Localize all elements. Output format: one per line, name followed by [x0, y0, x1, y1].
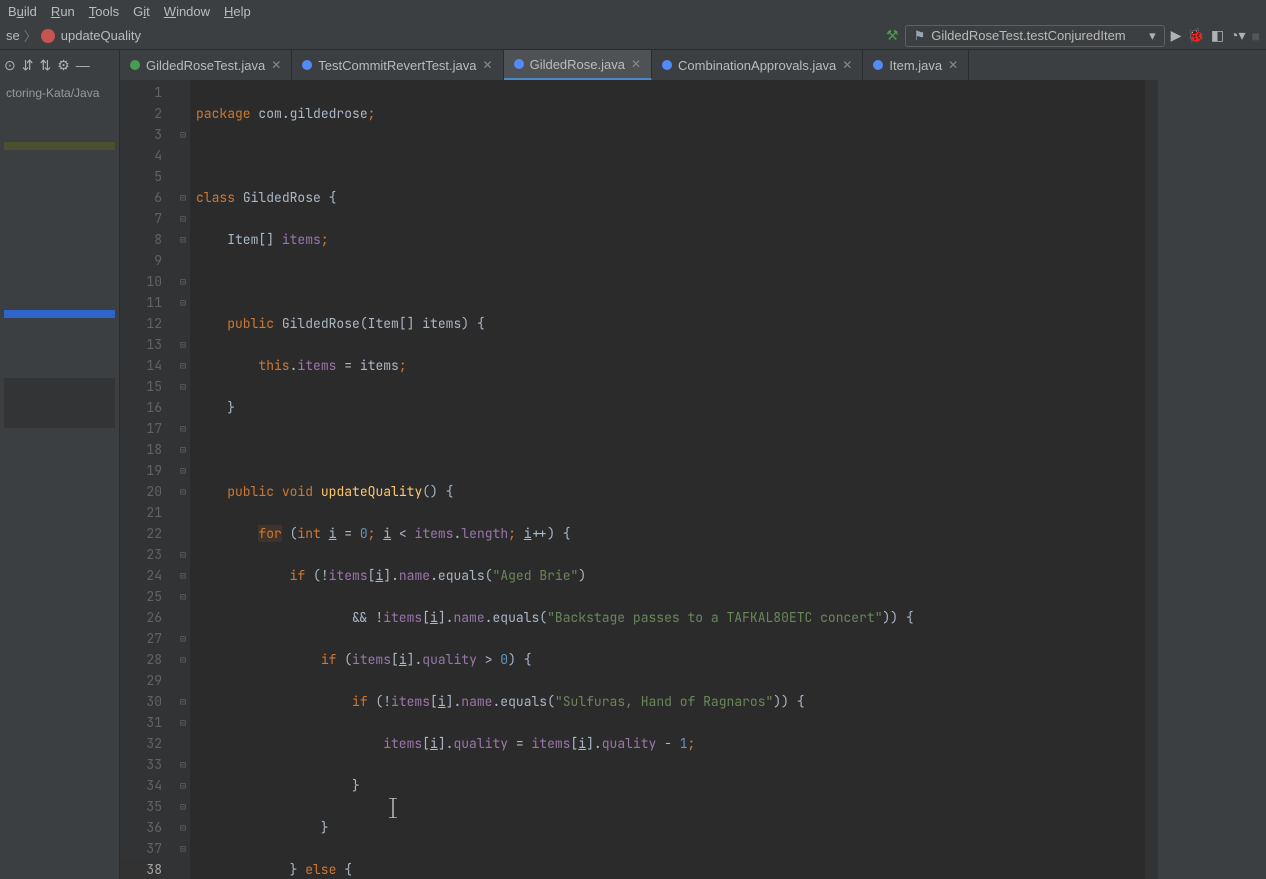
chevron-right-icon: 〉: [24, 26, 37, 45]
gear-icon[interactable]: ⚙: [57, 57, 70, 74]
java-class-icon: [662, 60, 672, 70]
java-class-icon: [873, 60, 883, 70]
fold-gutter[interactable]: ⊟⊟⊟⊟⊟⊟⊟⊟⊟⊟⊟⊟⊟⊟⊟⊟⊟⊟⊟⊟⊟⊟⊟⊟⊟: [176, 80, 190, 879]
tab-gildedrosetest[interactable]: GildedRoseTest.java ✕: [120, 50, 292, 80]
right-gutter-panel: [1158, 80, 1266, 879]
project-item[interactable]: [4, 142, 115, 150]
breadcrumb[interactable]: se 〉 updateQuality: [6, 26, 141, 45]
run-config-label: GildedRoseTest.testConjuredItem: [931, 28, 1125, 43]
java-class-icon: [302, 60, 312, 70]
text-cursor-icon: [386, 798, 400, 818]
debug-icon[interactable]: 🐞: [1187, 27, 1204, 44]
close-icon[interactable]: ✕: [948, 58, 958, 72]
menu-tools[interactable]: Tools: [89, 4, 119, 19]
project-root[interactable]: ctoring-Kata/Java: [4, 84, 115, 102]
breadcrumb-seg[interactable]: se: [6, 28, 20, 43]
expand-all-icon[interactable]: ⇵: [22, 57, 34, 74]
editor-scrollbar[interactable]: [1144, 80, 1158, 879]
menu-window[interactable]: Window: [164, 4, 210, 19]
hide-icon[interactable]: —: [76, 57, 90, 73]
close-icon[interactable]: ✕: [842, 58, 852, 72]
tab-testcommitrevert[interactable]: TestCommitRevertTest.java ✕: [292, 50, 503, 80]
close-icon[interactable]: ✕: [483, 58, 493, 72]
profile-icon[interactable]: ◔▾: [1230, 27, 1245, 44]
tab-item[interactable]: Item.java ✕: [863, 50, 969, 80]
chevron-down-icon: ▾: [1149, 28, 1156, 44]
breadcrumb-seg[interactable]: updateQuality: [61, 28, 141, 43]
project-tool-window[interactable]: ctoring-Kata/Java: [0, 80, 120, 879]
code-editor[interactable]: 1234567891011121314151617181920212223242…: [120, 80, 1158, 879]
tab-gildedrose[interactable]: GildedRose.java ✕: [504, 50, 652, 80]
menu-help[interactable]: Help: [224, 4, 251, 19]
run-icon[interactable]: ▶: [1171, 27, 1182, 44]
menu-git[interactable]: Git: [133, 4, 150, 19]
main-menu[interactable]: Build Run Tools Git Window Help: [0, 0, 1266, 22]
close-icon[interactable]: ✕: [271, 58, 281, 72]
menu-run[interactable]: Run: [51, 4, 75, 19]
line-number-gutter[interactable]: 1234567891011121314151617181920212223242…: [120, 80, 176, 879]
run-configuration-selector[interactable]: ⚑ GildedRoseTest.testConjuredItem ▾: [905, 25, 1165, 47]
java-class-icon: [130, 60, 140, 70]
tab-label: TestCommitRevertTest.java: [318, 58, 476, 73]
tab-label: GildedRose.java: [530, 57, 625, 72]
project-tool-buttons: ⊙ ⇵ ⇅ ⚙ —: [0, 50, 120, 80]
tab-combinationapprovals[interactable]: CombinationApprovals.java ✕: [652, 50, 863, 80]
menu-build[interactable]: Build: [8, 4, 37, 19]
tab-label: Item.java: [889, 58, 942, 73]
project-item[interactable]: [4, 378, 115, 428]
coverage-icon[interactable]: ◧: [1211, 27, 1224, 44]
collapse-all-icon[interactable]: ⇅: [39, 57, 51, 74]
java-class-icon: [514, 59, 524, 69]
stop-icon[interactable]: ■: [1252, 28, 1260, 44]
test-icon: ⚑: [914, 28, 926, 44]
code-area[interactable]: package com.gildedrose; class GildedRose…: [190, 80, 1144, 879]
tab-label: CombinationApprovals.java: [678, 58, 836, 73]
project-item-selected[interactable]: [4, 310, 115, 318]
tab-label: GildedRoseTest.java: [146, 58, 265, 73]
close-icon[interactable]: ✕: [631, 57, 641, 71]
navigation-bar: se 〉 updateQuality ⚒ ⚑ GildedRoseTest.te…: [0, 22, 1266, 50]
method-icon: [41, 29, 55, 43]
build-icon[interactable]: ⚒: [886, 27, 899, 44]
select-opened-icon[interactable]: ⊙: [4, 57, 16, 74]
editor-tab-bar: ⊙ ⇵ ⇅ ⚙ — GildedRoseTest.java ✕ TestComm…: [0, 50, 1266, 80]
